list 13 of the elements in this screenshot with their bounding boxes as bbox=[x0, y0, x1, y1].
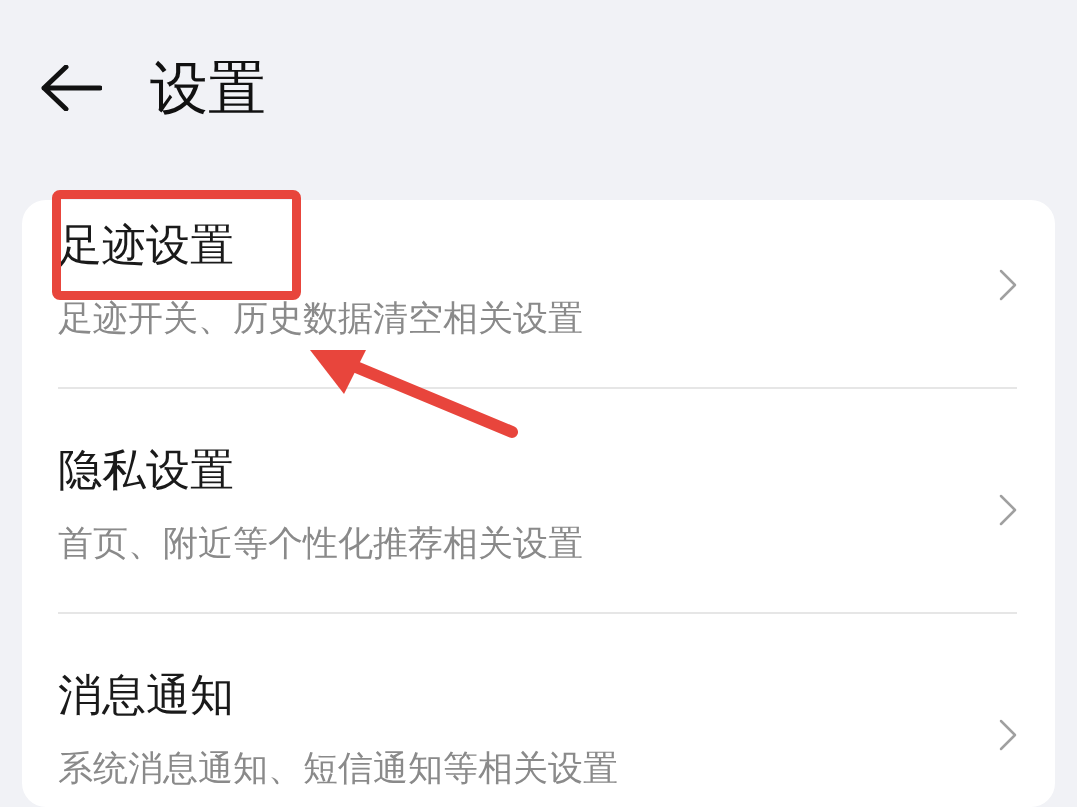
back-icon[interactable] bbox=[40, 65, 102, 111]
item-title: 足迹设置 bbox=[58, 219, 235, 272]
chevron-icon bbox=[999, 719, 1017, 751]
chevron-icon bbox=[999, 269, 1017, 301]
settings-item[interactable]: 隐私设置 首页、附近等个性化推荐相关设置 bbox=[58, 389, 1017, 614]
item-title: 隐私设置 bbox=[58, 444, 235, 497]
chevron-icon bbox=[999, 494, 1017, 526]
item-description: 系统消息通知、短信通知等相关设置 bbox=[58, 746, 619, 789]
item-description: 足迹开关、历史数据清空相关设置 bbox=[58, 296, 584, 339]
page-title: 设置 bbox=[150, 59, 266, 117]
settings-item[interactable]: 消息通知 系统消息通知、短信通知等相关设置 bbox=[58, 614, 1017, 807]
item-description: 首页、附近等个性化推荐相关设置 bbox=[58, 521, 584, 564]
item-title: 消息通知 bbox=[58, 669, 235, 722]
